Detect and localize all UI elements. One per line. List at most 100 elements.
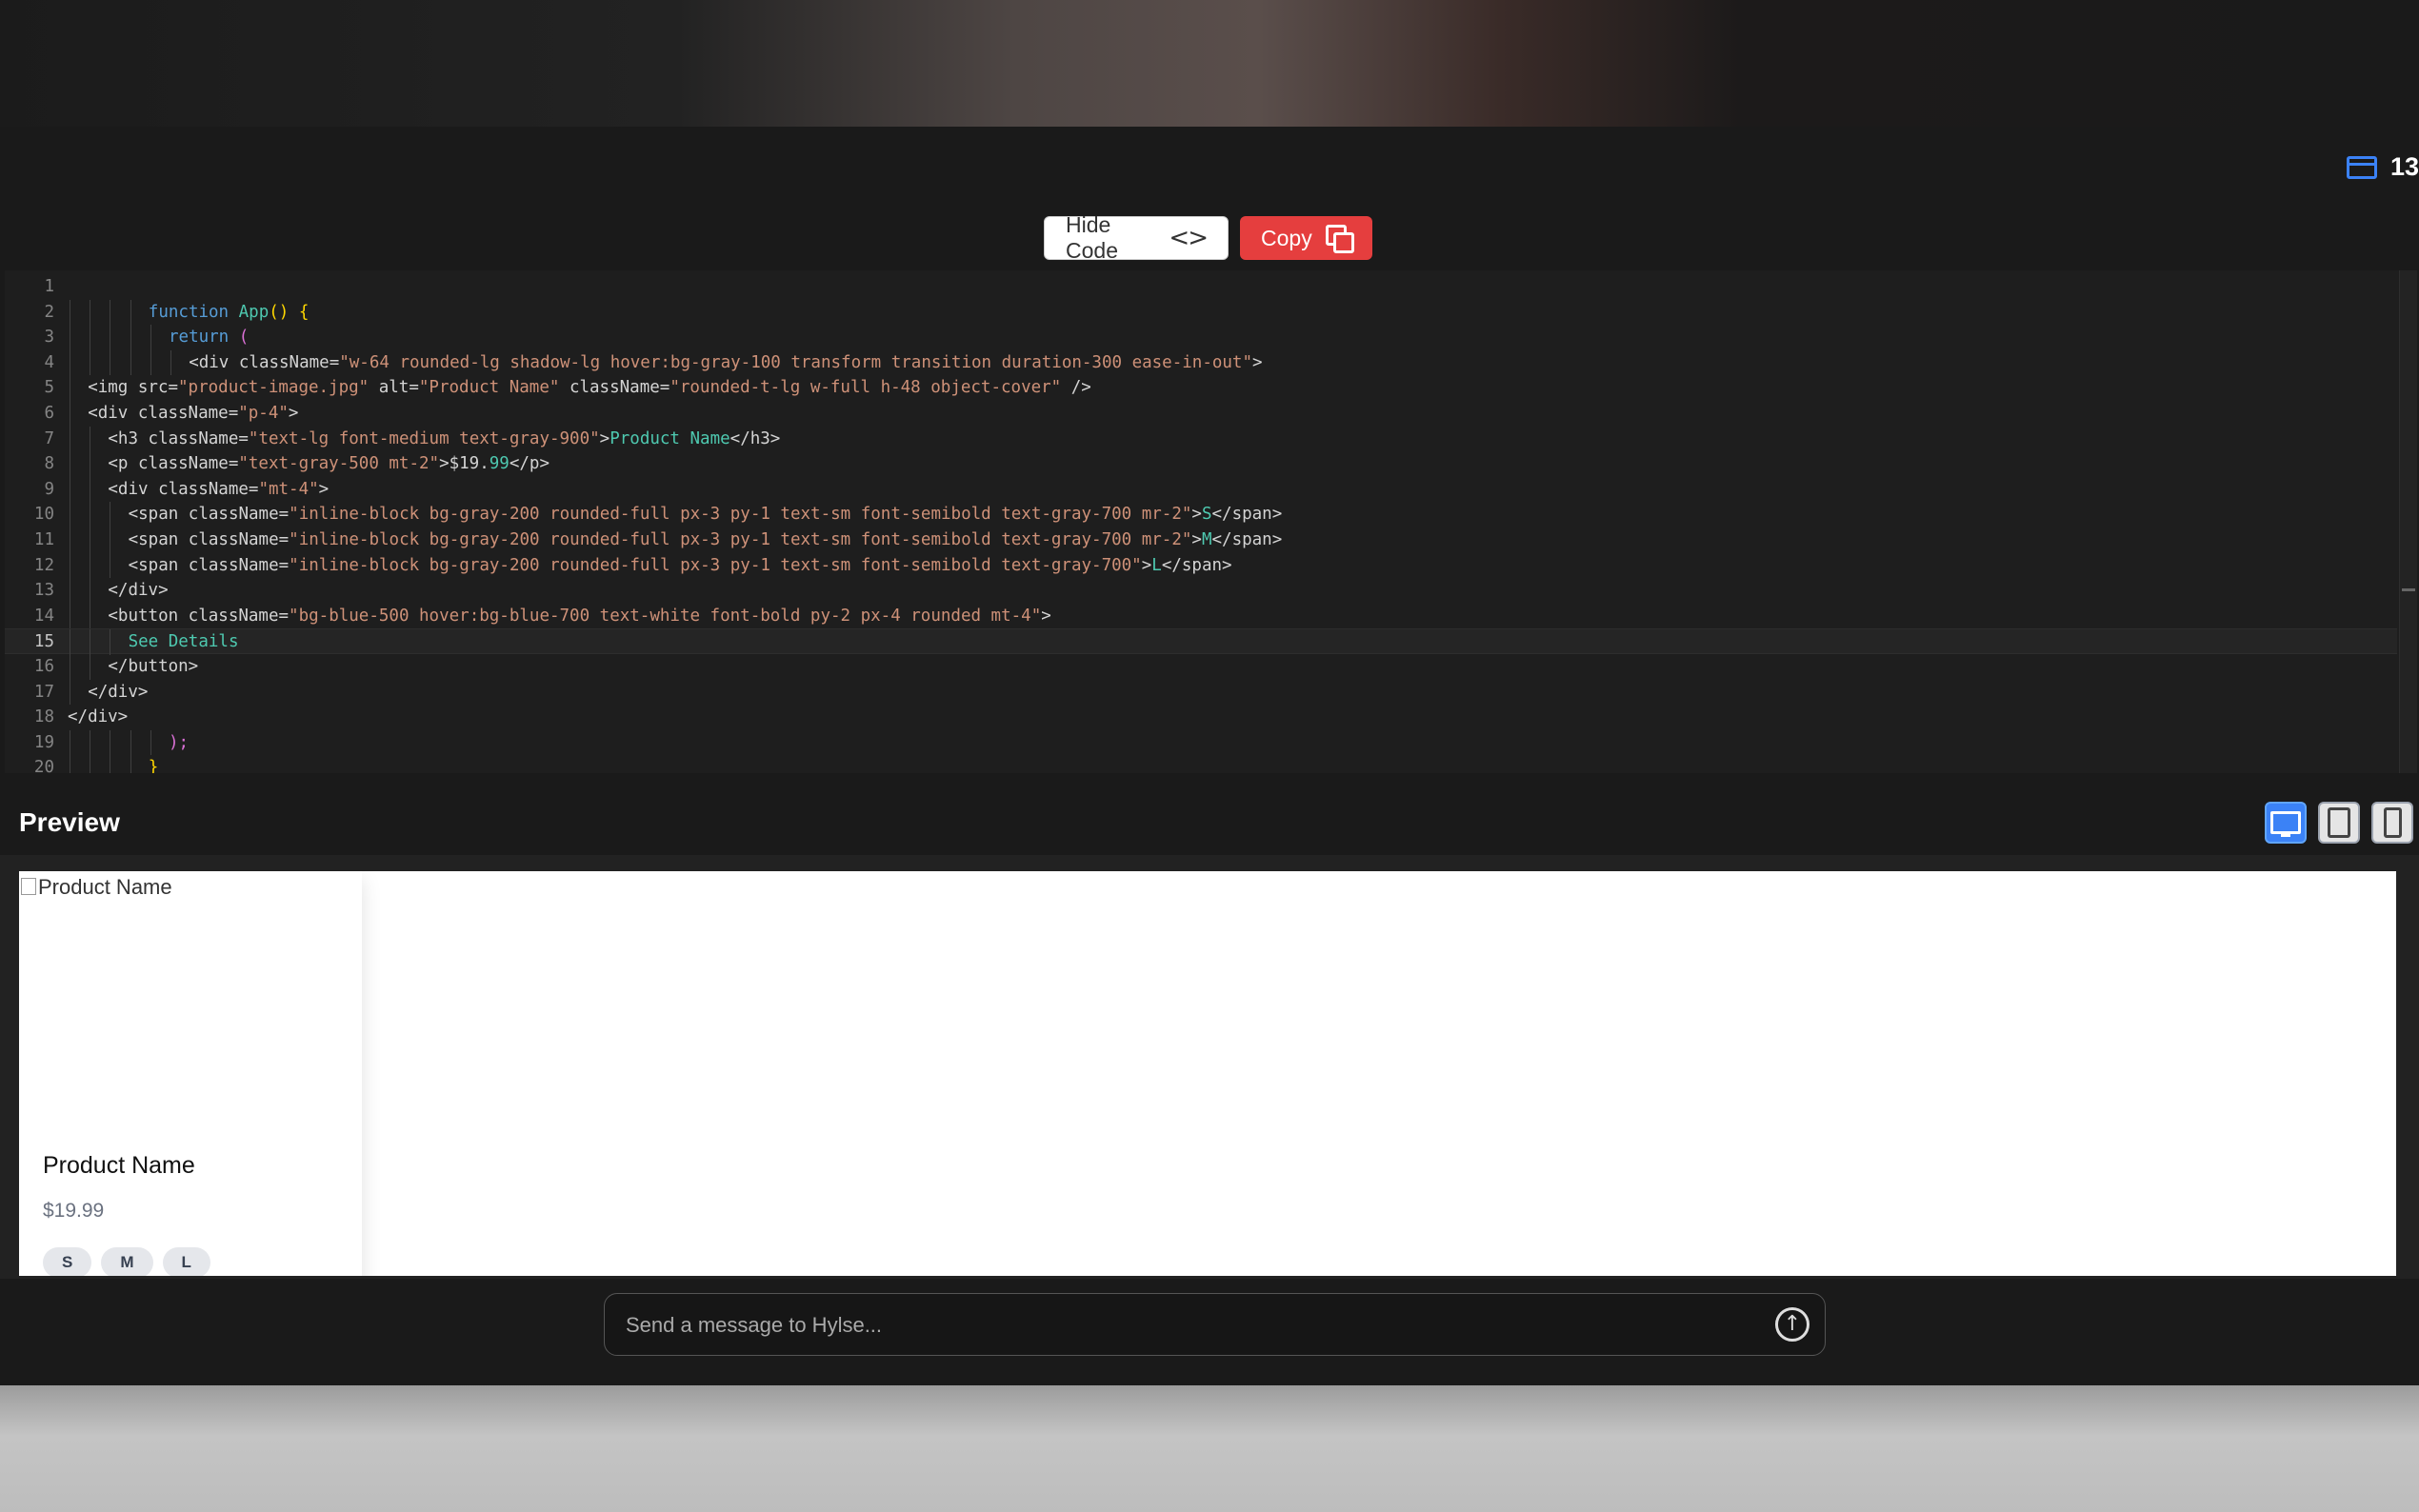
code-line: 3 return ( [5,325,2397,350]
preview-canvas[interactable]: Product Name Product Name $19.99 S M L [19,871,2396,1276]
viewport-switcher [2265,802,2413,844]
hide-code-button[interactable]: Hide Code <> [1044,212,1229,263]
product-name: Product Name [43,1152,195,1179]
copy-button[interactable]: Copy [1240,216,1372,260]
code-token: "inline-block bg-gray-200 rounded-full p… [289,505,1192,525]
line-number: 12 [33,555,54,575]
code-text: See Details [129,629,239,655]
code-text: } [149,755,159,773]
code-token: App [238,302,270,322]
code-line: 8 <p className="text-gray-500 mt-2">$19.9… [5,451,2397,477]
code-line: 16 </button> [5,654,2397,680]
code-line: 15 See Details [5,628,2397,655]
code-token: return [169,328,239,348]
code-text: ); [169,730,189,756]
product-image: Product Name [19,871,362,1130]
message-composer: ↑ [604,1293,1826,1356]
code-token: "rounded-t-lg w-full h-48 object-cover" [670,378,1062,398]
code-token: Product Name [610,428,730,448]
code-token: "product-image.jpg" [178,378,370,398]
code-line: 13 </div> [5,578,2397,604]
code-token: 99 [489,454,510,474]
bottom-backdrop [0,1385,2419,1512]
code-token: L [1151,555,1162,575]
code-brackets-icon: <> [1169,224,1209,252]
code-text: <div className="mt-4"> [108,477,329,503]
copy-icon [1325,225,1355,253]
code-text: </div> [68,705,128,730]
code-token: > [1141,555,1152,575]
desktop-view-button[interactable] [2265,802,2307,844]
line-number: 20 [33,758,54,773]
tablet-icon [2328,807,2350,838]
line-number: 10 [33,505,54,525]
code-text: <div className="w-64 rounded-lg shadow-l… [189,350,1262,376]
code-token: </h3> [730,428,781,448]
preview-heading: Preview [19,807,120,837]
line-number: 5 [44,378,54,398]
code-token: <div className= [189,352,340,372]
code-line: 12 <span className="inline-block bg-gray-… [5,552,2397,579]
counter-badge[interactable]: 13 [2346,152,2419,182]
code-line: 11 <span className="inline-block bg-gray-… [5,527,2397,553]
code-text: <span className="inline-block bg-gray-20… [129,502,1283,527]
code-token: "inline-block bg-gray-200 rounded-full p… [289,555,1142,575]
product-image-alt: Product Name [38,875,172,899]
code-token: /> [1061,378,1091,398]
code-text: <span className="inline-block bg-gray-20… [129,553,1232,579]
code-token: "inline-block bg-gray-200 rounded-full p… [289,530,1192,549]
code-token: </p> [509,454,550,474]
code-token: "bg-blue-500 hover:bg-blue-700 text-whit… [289,606,1042,626]
size-chip: S [43,1247,92,1276]
tablet-view-button[interactable] [2318,802,2360,844]
code-token: </button> [108,657,199,676]
code-line: 1 [5,274,2397,300]
code-token: > [1041,606,1051,626]
message-input[interactable] [624,1305,1732,1345]
code-text: <p className="text-gray-500 mt-2">$19.99… [108,451,550,477]
code-toolbar: Hide Code <> Copy [1044,212,1372,263]
code-token: > [599,428,610,448]
code-token: className= [559,378,670,398]
code-token: ( [238,328,250,348]
code-token: <div className= [88,404,239,423]
size-chip: M [101,1247,153,1276]
code-token: <span className= [128,530,290,549]
code-token: <span className= [128,505,290,525]
phone-icon [2383,807,2402,838]
code-text: <h3 className="text-lg font-medium text-… [108,427,780,452]
code-token: "p-4" [238,404,289,423]
top-banner-backdrop [0,0,2419,127]
desktop-icon [2270,811,2301,837]
code-text: <div className="p-4"> [88,401,298,427]
code-token: <button className= [108,606,290,626]
code-token: >$19. [439,454,490,474]
line-number: 17 [33,682,54,702]
code-line: 18 </div> [5,705,2397,730]
counter-value: 13 [2389,152,2419,181]
code-line: 2 function App() { [5,299,2397,326]
phone-view-button[interactable] [2371,802,2413,844]
line-number: 15 [33,632,54,652]
code-token: <img src= [88,378,179,398]
code-line: 17 </div> [5,679,2397,706]
code-text: <button className="bg-blue-500 hover:bg-… [108,604,1050,629]
code-token: <span className= [128,555,290,575]
product-card[interactable]: Product Name Product Name $19.99 S M L [19,871,362,1276]
product-price: $19.99 [43,1200,105,1222]
code-editor[interactable]: 1 2 function App() {3 return (4 <div classNa… [5,270,2417,773]
code-token: > [1252,352,1263,372]
code-text: </button> [108,654,198,680]
code-token: } [148,758,159,773]
broken-image-icon [21,878,36,895]
code-token: </div> [88,682,149,702]
indent-guide [150,325,151,350]
indent-guide [130,349,131,376]
line-number: 1 [44,277,54,296]
copy-label: Copy [1261,225,1312,250]
code-token: > [1191,505,1202,525]
editor-scrollbar[interactable] [2399,270,2417,773]
window-icon [2346,155,2377,179]
code-token: > [288,404,299,423]
send-button[interactable]: ↑ [1775,1307,1809,1342]
